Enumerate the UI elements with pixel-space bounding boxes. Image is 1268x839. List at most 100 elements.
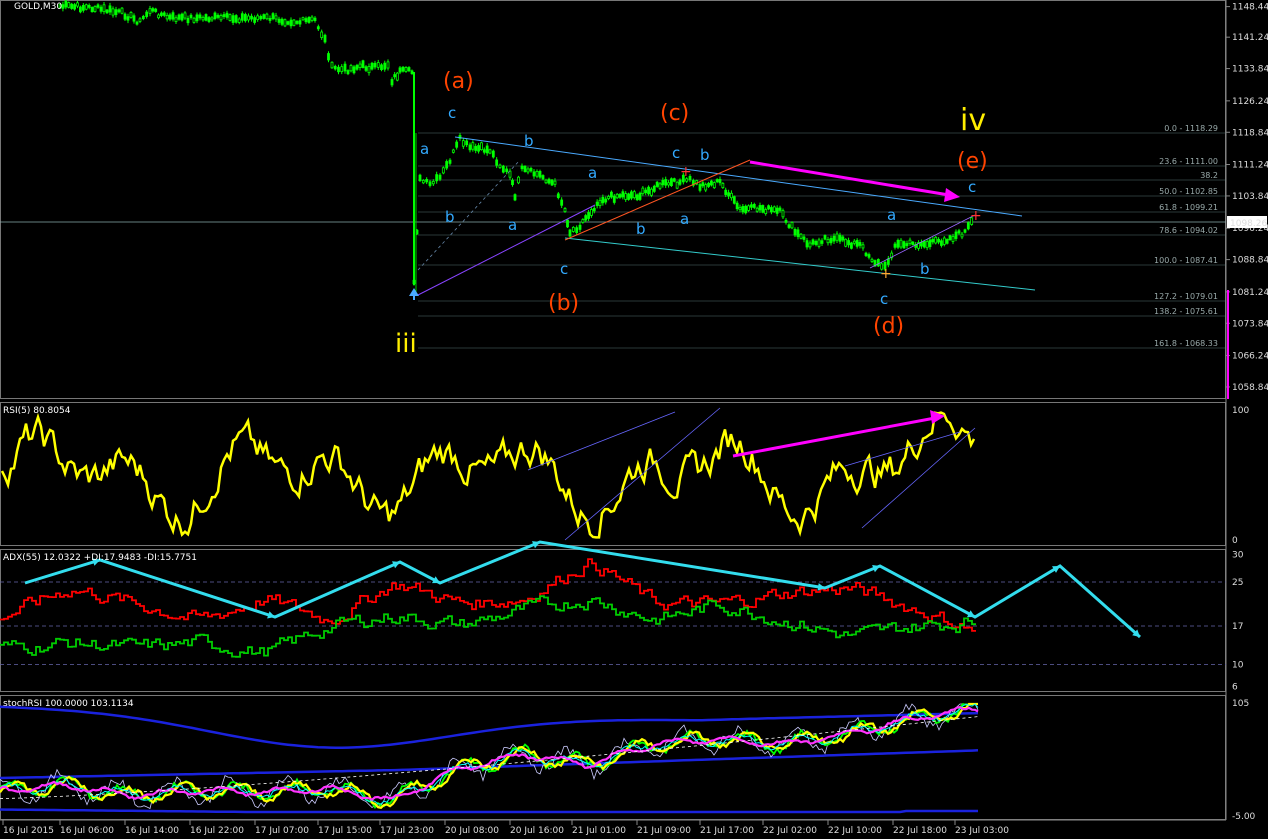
price-y-tick-label: 1058.84 xyxy=(1232,383,1268,393)
x-tick-label: 23 Jul 03:00 xyxy=(955,826,1009,836)
price-candle xyxy=(292,19,296,26)
price-candle xyxy=(455,141,459,148)
price-candle xyxy=(547,178,551,184)
price-candle xyxy=(850,242,853,249)
price-candle xyxy=(135,21,139,25)
price-candle xyxy=(207,17,211,22)
price-candle xyxy=(247,15,250,21)
stoch-dashed-line xyxy=(0,716,979,799)
price-candle xyxy=(808,242,812,248)
price-candle xyxy=(727,192,730,197)
price-candle xyxy=(213,12,217,20)
price-candle xyxy=(96,4,100,8)
price-candle xyxy=(664,179,668,186)
fib-level-label: 23.6 - 1111.00 xyxy=(1159,157,1218,166)
price-candle xyxy=(210,17,214,21)
price-candle xyxy=(817,239,821,247)
price-candle xyxy=(672,178,676,182)
price-candle xyxy=(784,219,788,223)
price-candle xyxy=(448,159,452,164)
x-tick-label: 22 Jul 18:00 xyxy=(893,826,947,836)
price-candle xyxy=(556,193,560,199)
price-candle xyxy=(395,72,399,81)
price-candle xyxy=(198,14,202,19)
red-cross-marker: + xyxy=(970,208,982,224)
price-candle xyxy=(931,239,935,243)
price-candle xyxy=(253,17,257,23)
panel-frames xyxy=(0,0,1227,821)
price-candle xyxy=(618,194,622,198)
price-candle xyxy=(465,140,469,146)
price-candle xyxy=(553,180,557,185)
price-candle xyxy=(250,15,253,20)
price-candle xyxy=(355,64,359,70)
price-candle xyxy=(544,179,548,184)
price-candle xyxy=(461,140,465,147)
trading-chart[interactable]: +++ 1148.441141.241133.841126.241118.841… xyxy=(0,0,1268,839)
price-candle xyxy=(511,179,514,186)
price-candle xyxy=(498,164,502,168)
price-candle xyxy=(404,67,408,72)
x-tick-label: 22 Jul 02:00 xyxy=(763,826,817,836)
x-tick-label: 16 Jul 06:00 xyxy=(60,826,114,836)
price-candle xyxy=(323,34,327,43)
price-candle xyxy=(93,5,97,12)
rsi-channel2-lower xyxy=(861,427,976,529)
price-candle xyxy=(64,0,68,8)
price-candle xyxy=(876,259,880,267)
price-candle xyxy=(259,16,263,20)
price-candle xyxy=(373,62,377,68)
price-candle xyxy=(758,205,762,211)
price-candle xyxy=(488,149,492,154)
price-candle xyxy=(117,9,121,13)
price-candle xyxy=(571,226,575,232)
price-candle xyxy=(505,168,509,172)
price-y-tick-label: 1081.24 xyxy=(1232,288,1268,298)
adx-y-tick-label: 10 xyxy=(1232,661,1244,671)
price-candle xyxy=(186,18,190,24)
price-candle xyxy=(111,8,115,16)
price-candle xyxy=(826,239,830,244)
price-candle xyxy=(650,188,653,196)
price-candle xyxy=(327,53,330,61)
rsi-panel-title: RSI(5) 80.8054 xyxy=(3,406,71,416)
price-candle xyxy=(298,20,302,25)
price-candle xyxy=(87,4,91,8)
price-candle xyxy=(635,194,639,201)
price-candle xyxy=(225,12,229,18)
price-candle xyxy=(772,206,776,212)
price-candle xyxy=(383,62,387,70)
price-candle xyxy=(627,193,630,200)
price-candle xyxy=(707,182,710,187)
price-candle xyxy=(805,240,809,248)
x-tick-label: 21 Jul 17:00 xyxy=(700,826,754,836)
price-candle xyxy=(517,176,520,184)
price-candle xyxy=(180,13,184,21)
price-candle xyxy=(747,205,750,211)
price-candle xyxy=(441,167,445,174)
price-candle xyxy=(767,205,770,210)
dashed-trend-line xyxy=(417,159,521,271)
rsi-line xyxy=(0,411,976,539)
price-candle xyxy=(73,4,76,10)
price-candle xyxy=(358,63,362,68)
price-candle xyxy=(632,191,636,199)
price-candle xyxy=(219,15,223,21)
price-candle xyxy=(590,209,593,216)
fib-level-label: 161.8 - 1068.33 xyxy=(1154,339,1218,348)
wave-label-iii: iii xyxy=(395,329,417,359)
chart-series xyxy=(0,0,979,814)
price-candle xyxy=(563,208,567,212)
price-candle xyxy=(701,182,705,187)
fib-level-label: 0.0 - 1118.29 xyxy=(1164,124,1218,133)
price-y-tick-label: 1133.84 xyxy=(1232,65,1268,75)
price-candle xyxy=(343,63,347,72)
price-candle xyxy=(418,174,422,181)
price-candle xyxy=(638,192,642,200)
price-candle xyxy=(568,229,572,237)
price-candle xyxy=(445,161,449,169)
grid-lines xyxy=(0,6,1230,825)
price-candle xyxy=(141,15,145,20)
price-candle xyxy=(615,193,619,199)
price-candle xyxy=(485,145,489,154)
